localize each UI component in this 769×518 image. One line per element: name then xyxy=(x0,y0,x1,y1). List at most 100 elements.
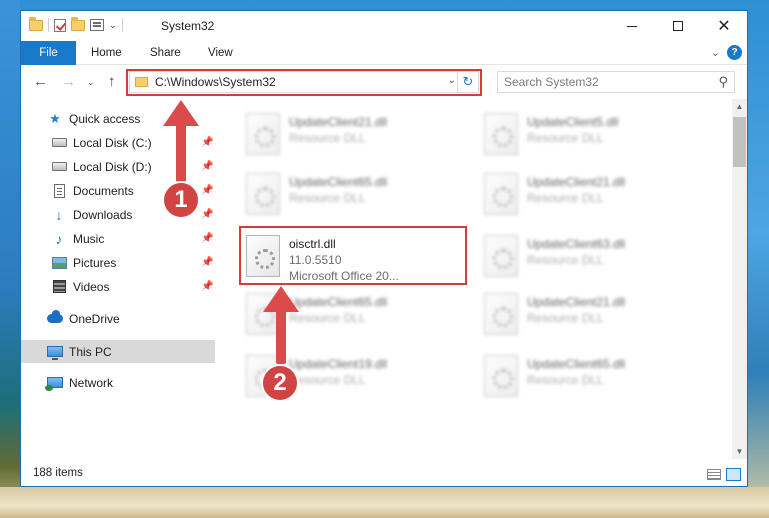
drive-icon xyxy=(51,136,67,150)
file-name: UpdateClient21.dll xyxy=(527,175,626,189)
vertical-scrollbar[interactable]: ▲ ▼ xyxy=(732,99,747,459)
sidebar-item-this-pc[interactable]: This PC xyxy=(21,340,215,363)
file-item[interactable]: UpdateClient63.dll Resource DLL xyxy=(479,231,704,287)
file-item[interactable]: UpdateClient65.dll Resource DLL xyxy=(241,169,466,225)
file-item[interactable]: UpdateClient21.dll Resource DLL xyxy=(479,289,704,345)
file-type: Resource DLL xyxy=(527,311,604,325)
dll-file-icon xyxy=(484,235,518,277)
file-type: Resource DLL xyxy=(527,253,604,267)
file-item[interactable]: UpdateClient21.dll Resource DLL xyxy=(241,109,466,165)
pin-icon[interactable]: 📌 xyxy=(201,233,213,244)
pictures-icon xyxy=(51,256,67,270)
scrollbar-thumb[interactable] xyxy=(733,117,746,167)
pin-icon[interactable]: 📌 xyxy=(201,137,213,148)
forward-button[interactable]: → xyxy=(61,73,76,90)
sidebar-item-label: Local Disk (C:) xyxy=(73,135,152,150)
download-arrow-icon: ↓ xyxy=(55,206,63,223)
dll-file-icon xyxy=(484,355,518,397)
search-icon[interactable]: ⚲ xyxy=(718,74,728,90)
pin-icon[interactable]: 📌 xyxy=(201,209,213,220)
folder-icon xyxy=(29,16,43,31)
file-name: UpdateClient65.dll xyxy=(527,357,626,371)
sidebar-item-label: Downloads xyxy=(73,207,133,222)
file-item[interactable]: UpdateClient21.dll Resource DLL xyxy=(479,169,704,225)
computer-icon xyxy=(47,345,63,360)
new-folder-icon[interactable] xyxy=(71,16,85,31)
sidebar-item-music[interactable]: ♪ Music 📌 xyxy=(21,227,215,250)
quick-access-toolbar: ⌄ xyxy=(29,16,123,32)
ribbon-controls: ⌄ ? xyxy=(711,45,742,60)
window-title: System32 xyxy=(161,19,215,33)
file-name: UpdateClient21.dll xyxy=(289,115,388,129)
file-item[interactable]: UpdateClient5.dll Resource DLL xyxy=(479,109,704,165)
file-type: Resource DLL xyxy=(289,131,366,145)
sidebar-item-videos[interactable]: Videos 📌 xyxy=(21,275,215,298)
large-icons-view-icon[interactable] xyxy=(726,468,741,481)
pin-icon[interactable]: 📌 xyxy=(201,257,213,268)
file-name: UpdateClient19.dll xyxy=(289,357,388,371)
desktop-wallpaper-right xyxy=(747,0,769,518)
tab-home[interactable]: Home xyxy=(91,41,122,65)
expand-ribbon-chevron-icon[interactable]: ⌄ xyxy=(711,46,720,59)
search-input[interactable] xyxy=(498,72,708,92)
sidebar-item-label: This PC xyxy=(69,344,112,359)
pin-icon[interactable]: 📌 xyxy=(201,161,213,172)
videos-icon xyxy=(51,280,67,294)
search-box[interactable]: ⚲ xyxy=(497,71,735,93)
recent-locations-dropdown[interactable]: ⌄ xyxy=(87,77,95,88)
file-type: Resource DLL xyxy=(289,311,366,325)
customize-toolbar-dropdown[interactable]: ⌄ xyxy=(109,20,117,31)
tab-file[interactable]: File xyxy=(21,41,76,65)
scroll-up-arrow-icon[interactable]: ▲ xyxy=(732,99,747,114)
minimize-icon xyxy=(627,25,637,27)
back-button[interactable]: ← xyxy=(33,73,48,90)
sidebar-item-label: Videos xyxy=(73,279,110,294)
sidebar-item-label: Pictures xyxy=(73,255,117,270)
file-type: Resource DLL xyxy=(527,131,604,145)
minimize-button[interactable] xyxy=(609,11,655,41)
dll-file-icon xyxy=(246,113,280,155)
properties-check-icon[interactable] xyxy=(54,18,66,32)
scroll-down-arrow-icon[interactable]: ▼ xyxy=(732,444,747,459)
sidebar-item-label: Quick access xyxy=(69,111,141,126)
arrow-shaft xyxy=(176,124,186,182)
file-name: UpdateClient65.dll xyxy=(289,175,388,189)
drive-icon xyxy=(51,160,67,174)
dll-file-icon xyxy=(484,173,518,215)
sidebar-item-label: Music xyxy=(73,231,105,246)
sidebar-item-label: OneDrive xyxy=(69,311,120,326)
documents-icon xyxy=(51,183,67,198)
toolbar-separator xyxy=(121,18,123,32)
network-icon xyxy=(45,376,63,391)
properties-icon[interactable] xyxy=(90,19,104,31)
step-badge-2: 2 xyxy=(261,364,299,402)
title-bar: ⌄ System32 ✕ xyxy=(21,11,747,41)
tab-view[interactable]: View xyxy=(208,41,233,65)
maximize-icon xyxy=(673,21,683,31)
file-name: UpdateClient5.dll xyxy=(527,115,619,129)
status-bar: 188 items xyxy=(21,463,747,486)
file-item[interactable]: UpdateClient65.dll Resource DLL xyxy=(479,351,704,407)
sidebar-item-network[interactable]: Network xyxy=(21,371,215,394)
star-icon: ★ xyxy=(49,110,61,126)
tab-share[interactable]: Share xyxy=(150,41,181,65)
address-bar-highlight xyxy=(126,69,482,96)
pin-icon[interactable]: 📌 xyxy=(201,281,213,292)
sidebar-item-onedrive[interactable]: OneDrive xyxy=(21,307,215,330)
maximize-button[interactable] xyxy=(655,11,701,41)
dll-file-icon xyxy=(484,113,518,155)
dll-file-icon xyxy=(246,173,280,215)
pin-icon[interactable]: 📌 xyxy=(201,185,213,196)
close-button[interactable]: ✕ xyxy=(701,11,747,41)
music-note-icon: ♪ xyxy=(55,230,63,247)
help-icon[interactable]: ? xyxy=(727,45,742,60)
file-type: Resource DLL xyxy=(527,373,604,387)
sidebar-item-label: Network xyxy=(69,375,114,390)
sidebar-item-pictures[interactable]: Pictures 📌 xyxy=(21,251,215,274)
dll-file-icon xyxy=(484,293,518,335)
step-badge-1: 1 xyxy=(162,181,200,219)
arrow-up-icon xyxy=(263,286,299,312)
file-type: Resource DLL xyxy=(527,191,604,205)
up-button[interactable]: ↑ xyxy=(108,73,116,90)
details-view-icon[interactable] xyxy=(707,469,721,480)
